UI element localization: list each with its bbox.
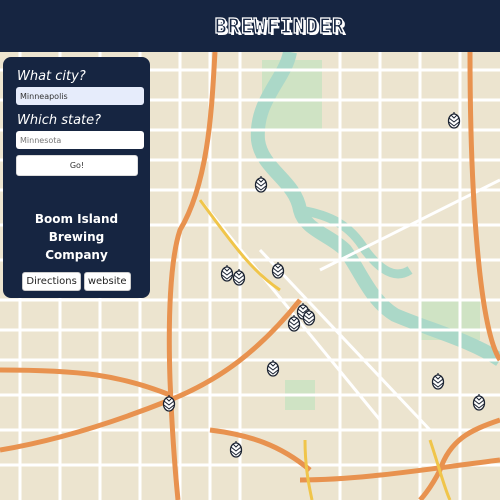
brewery-actions: Directions website <box>16 272 137 291</box>
state-input[interactable] <box>16 131 144 149</box>
app-header: BREWFINDER <box>0 0 500 52</box>
brewery-name: Boom Island Brewing Company <box>34 212 119 262</box>
directions-button[interactable]: Directions <box>22 272 81 291</box>
city-label: What city? <box>17 69 86 84</box>
go-button[interactable]: Go! <box>16 155 138 176</box>
app-logo: BREWFINDER <box>214 13 346 38</box>
search-panel: What city? Which state? Go! Boom Island … <box>3 57 150 298</box>
state-label: Which state? <box>17 113 102 128</box>
website-button[interactable]: website <box>83 272 131 291</box>
city-input[interactable] <box>16 87 144 105</box>
